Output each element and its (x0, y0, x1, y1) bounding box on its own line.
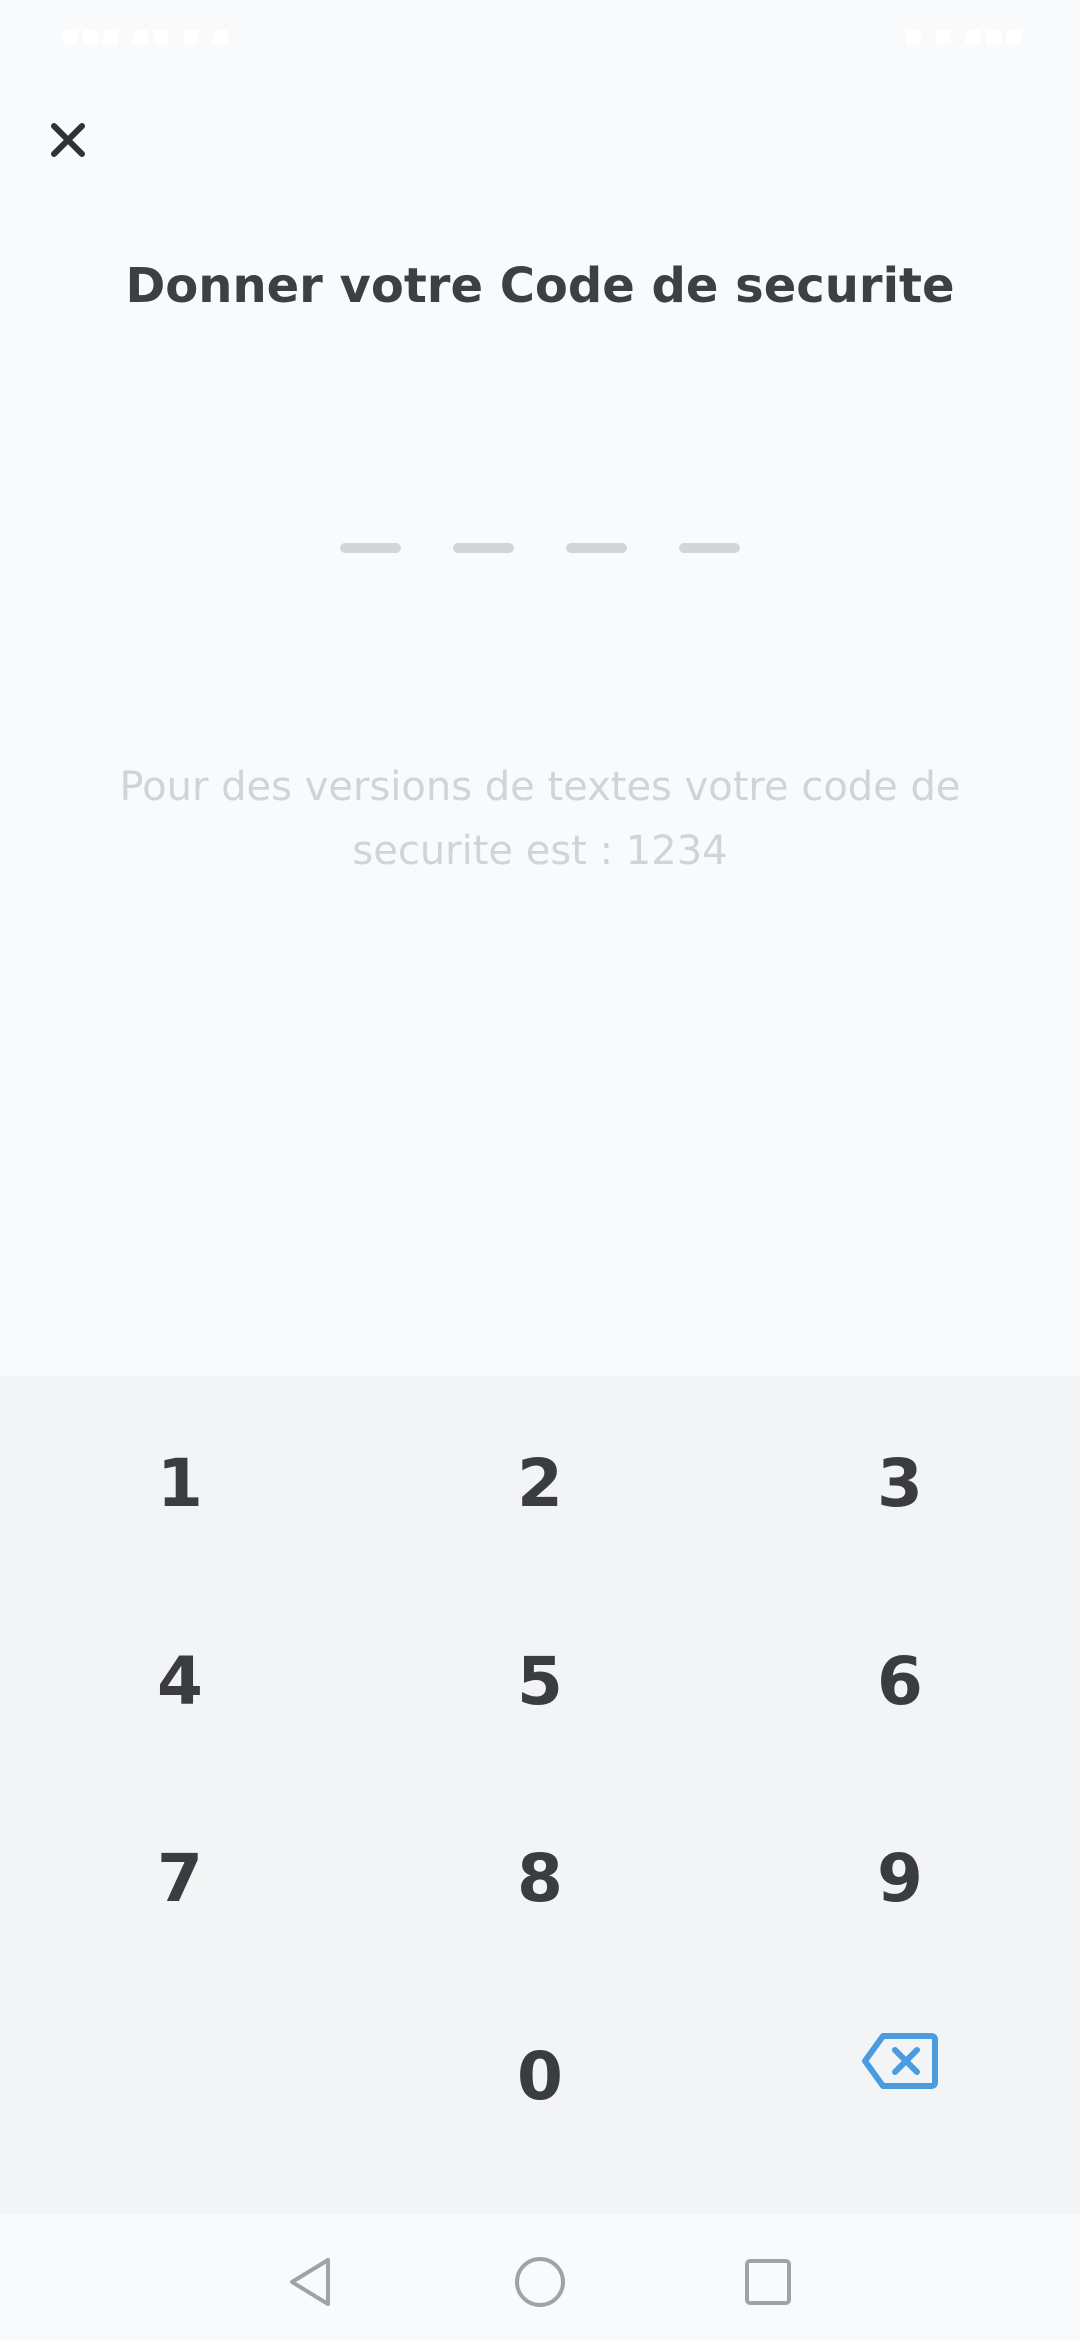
recents-square-icon (745, 2259, 791, 2305)
key-2[interactable]: 2 (420, 1408, 660, 1558)
close-icon (51, 123, 85, 157)
pin-slot-3 (566, 543, 627, 553)
key-4[interactable]: 4 (60, 1606, 300, 1756)
key-3[interactable]: 3 (780, 1408, 1020, 1558)
key-1[interactable]: 1 (60, 1408, 300, 1558)
key-9[interactable]: 9 (780, 1803, 1020, 1953)
key-0[interactable]: 0 (420, 2001, 660, 2151)
pin-slot-1 (340, 543, 401, 553)
key-5[interactable]: 5 (420, 1606, 660, 1756)
nav-home-button[interactable] (500, 2242, 580, 2322)
system-nav-bar (0, 2214, 1080, 2340)
backspace-button[interactable] (780, 1986, 1020, 2136)
key-7[interactable]: 7 (60, 1803, 300, 1953)
key-8[interactable]: 8 (420, 1803, 660, 1953)
pin-slot-2 (453, 543, 514, 553)
home-circle-icon (515, 2257, 565, 2307)
pin-indicator (0, 543, 1080, 553)
hint-text: Pour des versions de textes votre code d… (119, 764, 961, 874)
status-bar: ▪▪▪ ▪▪ ▪ ▪ ▪ ▪ ▪▪▪ (0, 0, 1080, 72)
back-triangle-icon (290, 2258, 330, 2306)
backspace-icon (862, 2033, 938, 2089)
page-title: Donner votre Code de securite (125, 258, 955, 314)
status-right-text: ▪ ▪ ▪▪▪ (903, 18, 1024, 53)
key-6[interactable]: 6 (780, 1606, 1020, 1756)
nav-recents-button[interactable] (728, 2242, 808, 2322)
numeric-keypad: 1 2 3 4 5 6 7 8 9 0 (0, 1376, 1080, 2214)
security-code-screen: ▪▪▪ ▪▪ ▪ ▪ ▪ ▪ ▪▪▪ Donner votre Code de … (0, 0, 1080, 2340)
nav-back-button[interactable] (270, 2242, 350, 2322)
pin-slot-4 (679, 543, 740, 553)
close-button[interactable] (36, 108, 100, 172)
status-left-text: ▪▪▪ ▪▪ ▪ ▪ (60, 18, 231, 53)
